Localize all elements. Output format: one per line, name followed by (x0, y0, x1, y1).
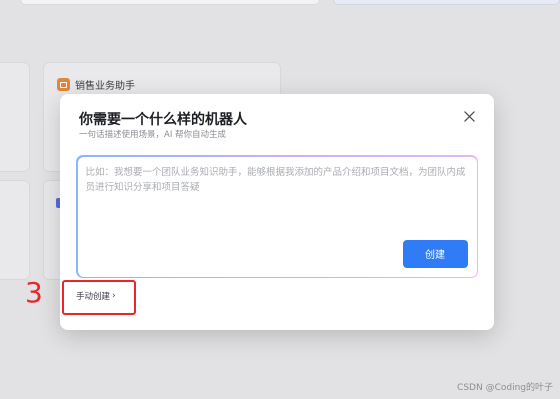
create-button[interactable]: 创建 (402, 239, 468, 268)
background-card-title-text: 销售业务助手 (75, 81, 135, 92)
prompt-box-inner: 创建 (77, 156, 477, 277)
close-button[interactable] (461, 108, 477, 124)
bot-description-input[interactable] (85, 164, 466, 235)
background-topbar (0, 0, 560, 6)
dialog-subtitle: 一句话描述使用场景，AI 帮你自动生成 (79, 130, 227, 140)
robot-icon (57, 78, 70, 91)
dialog-title: 你需要一个什么样的机器人 (79, 112, 247, 128)
annotation-step-number: 3 (25, 276, 43, 309)
background-tab-active (333, 0, 560, 5)
annotation-highlight-box (62, 280, 136, 315)
watermark: CSDN @Coding的叶子 (457, 383, 553, 393)
background-tab (20, 0, 320, 5)
background-card (0, 62, 30, 172)
background-card-title: 销售业务助手 (57, 77, 135, 92)
background-card (0, 180, 30, 280)
prompt-box: 创建 (76, 155, 478, 278)
close-icon (463, 110, 475, 122)
